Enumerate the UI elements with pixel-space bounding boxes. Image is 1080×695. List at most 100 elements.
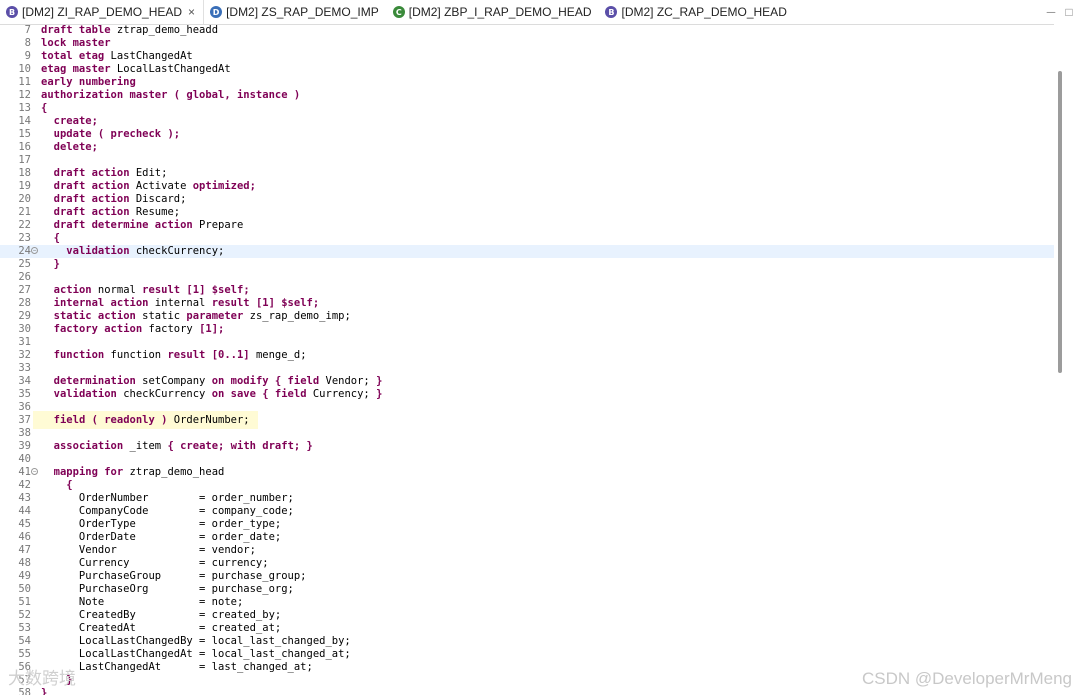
- line-number: 39: [18, 440, 31, 452]
- line-number: 23: [18, 232, 31, 244]
- editor-tab-4[interactable]: B [DM2] ZC_RAP_DEMO_HEAD: [599, 0, 794, 24]
- code-line[interactable]: 22 draft determine action Prepare: [0, 219, 1054, 232]
- code-line[interactable]: 27 action normal result [1] $self;: [0, 284, 1054, 297]
- code-line[interactable]: 25 }: [0, 258, 1054, 271]
- minimize-icon[interactable]: ─: [1042, 0, 1060, 24]
- code-text: mapping for ztrap_demo_head: [41, 466, 225, 479]
- code-line[interactable]: 53 CreatedAt = created_at;: [0, 622, 1054, 635]
- code-line[interactable]: 35 validation checkCurrency on save { fi…: [0, 388, 1054, 401]
- code-line[interactable]: 49 PurchaseGroup = purchase_group;: [0, 570, 1054, 583]
- code-line[interactable]: 50 PurchaseOrg = purchase_org;: [0, 583, 1054, 596]
- code-text: internal action internal result [1] $sel…: [41, 297, 320, 310]
- scrollbar-thumb[interactable]: [1058, 71, 1062, 373]
- line-number: 31: [18, 336, 31, 348]
- watermark-right: CSDN @DeveloperMrMeng: [862, 669, 1072, 688]
- line-number: 48: [18, 557, 31, 569]
- code-line[interactable]: 15 update ( precheck );: [0, 128, 1054, 141]
- tab-label: [DM2] ZC_RAP_DEMO_HEAD: [621, 5, 787, 19]
- code-line[interactable]: 26: [0, 271, 1054, 284]
- code-line[interactable]: 44 CompanyCode = company_code;: [0, 505, 1054, 518]
- code-line[interactable]: 39 association _item { create; with draf…: [0, 440, 1054, 453]
- code-line[interactable]: 43 OrderNumber = order_number;: [0, 492, 1054, 505]
- text-token: LocalLastChangedAt = local_last_changed_…: [41, 648, 351, 660]
- code-line[interactable]: 29 static action static parameter zs_rap…: [0, 310, 1054, 323]
- code-line[interactable]: 16 delete;: [0, 141, 1054, 154]
- code-line[interactable]: 9 total etag LastChangedAt: [0, 50, 1054, 63]
- line-number: 14: [18, 115, 31, 127]
- code-line[interactable]: 31: [0, 336, 1054, 349]
- editor-tab-3[interactable]: C [DM2] ZBP_I_RAP_DEMO_HEAD: [387, 0, 600, 24]
- code-line[interactable]: 55 LocalLastChangedAt = local_last_chang…: [0, 648, 1054, 661]
- keyword-token: }: [376, 388, 383, 400]
- code-line[interactable]: 19 draft action Activate optimized;: [0, 180, 1054, 193]
- code-line[interactable]: 42 {: [0, 479, 1054, 492]
- code-text: LocalLastChangedBy = local_last_changed_…: [41, 635, 351, 648]
- fold-toggle-icon[interactable]: −: [31, 247, 38, 254]
- code-line[interactable]: 47 Vendor = vendor;: [0, 544, 1054, 557]
- code-text: }: [41, 258, 60, 271]
- code-text: {: [41, 479, 72, 492]
- keyword-token: draft action: [53, 193, 130, 205]
- code-line[interactable]: 12 authorization master ( global, instanc…: [0, 89, 1054, 102]
- code-line[interactable]: 11 early numbering: [0, 76, 1054, 89]
- line-number: 8: [24, 37, 31, 49]
- close-icon[interactable]: ×: [188, 5, 195, 19]
- code-line[interactable]: 20 draft action Discard;: [0, 193, 1054, 206]
- line-number: 46: [18, 531, 31, 543]
- line-number: 30: [18, 323, 31, 335]
- line-number: 38: [18, 427, 31, 439]
- code-line[interactable]: 38: [0, 427, 1054, 440]
- code-text: LastChangedAt = last_changed_at;: [41, 661, 313, 674]
- code-line[interactable]: 24− validation checkCurrency;: [0, 245, 1054, 258]
- code-line[interactable]: 10 etag master LocalLastChangedAt: [0, 63, 1054, 76]
- code-line[interactable]: 33: [0, 362, 1054, 375]
- code-line[interactable]: 40: [0, 453, 1054, 466]
- code-line[interactable]: 14 create;: [0, 115, 1054, 128]
- code-line[interactable]: 23 {: [0, 232, 1054, 245]
- vertical-scrollbar[interactable]: [1054, 24, 1080, 695]
- code-line[interactable]: 8 lock master: [0, 37, 1054, 50]
- code-line[interactable]: 28 internal action internal result [1] $…: [0, 297, 1054, 310]
- text-token: CreatedAt = created_at;: [41, 622, 282, 634]
- code-line[interactable]: 17: [0, 154, 1054, 167]
- code-text: determination setCompany on modify { fie…: [41, 375, 383, 388]
- code-line[interactable]: 34 determination setCompany on modify { …: [0, 375, 1054, 388]
- code-line[interactable]: 51 Note = note;: [0, 596, 1054, 609]
- code-text: {: [41, 232, 60, 245]
- code-line[interactable]: 32 function function result [0..1] menge…: [0, 349, 1054, 362]
- code-line[interactable]: 46 OrderDate = order_date;: [0, 531, 1054, 544]
- keyword-token: early numbering: [41, 76, 136, 88]
- code-line[interactable]: 41− mapping for ztrap_demo_head: [0, 466, 1054, 479]
- code-line[interactable]: 30 factory action factory [1];: [0, 323, 1054, 336]
- text-token: checkCurrency: [116, 388, 212, 400]
- code-editor[interactable]: 7 draft table ztrap_demo_headd 8 lock maste…: [0, 24, 1054, 695]
- code-line[interactable]: 54 LocalLastChangedBy = local_last_chang…: [0, 635, 1054, 648]
- fold-toggle-icon[interactable]: −: [31, 468, 38, 475]
- code-line[interactable]: 45 OrderType = order_type;: [0, 518, 1054, 531]
- text-token: factory: [142, 323, 200, 335]
- code-line[interactable]: 52 CreatedBy = created_by;: [0, 609, 1054, 622]
- keyword-token: association: [53, 440, 124, 452]
- class-icon: C: [392, 6, 405, 18]
- editor-tab-1[interactable]: B [DM2] ZI_RAP_DEMO_HEAD ×: [0, 0, 205, 24]
- code-text: OrderType = order_type;: [41, 518, 281, 531]
- line-number: 21: [18, 206, 31, 218]
- keyword-token: update ( precheck );: [53, 128, 181, 140]
- line-number: 34: [18, 375, 31, 387]
- code-line[interactable]: 21 draft action Resume;: [0, 206, 1054, 219]
- editor-tab-2[interactable]: D [DM2] ZS_RAP_DEMO_IMP: [204, 0, 387, 24]
- code-line[interactable]: 48 Currency = currency;: [0, 557, 1054, 570]
- maximize-icon[interactable]: □: [1060, 0, 1078, 24]
- line-number: 36: [18, 401, 31, 413]
- code-line[interactable]: 7 draft table ztrap_demo_headd: [0, 24, 1054, 37]
- code-line[interactable]: 18 draft action Edit;: [0, 167, 1054, 180]
- code-line[interactable]: 13 {: [0, 102, 1054, 115]
- text-token: Resume;: [129, 206, 181, 218]
- code-text: Currency = currency;: [41, 557, 269, 570]
- code-line[interactable]: 37 field ( readonly ) OrderNumber;: [0, 411, 1054, 429]
- code-text: validation checkCurrency;: [41, 245, 224, 258]
